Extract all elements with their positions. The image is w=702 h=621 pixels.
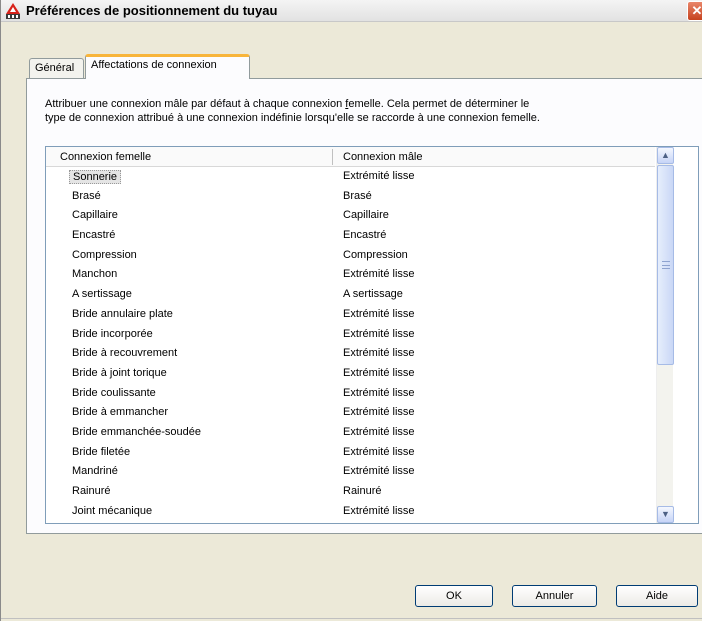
female-connection-cell: Brasé (72, 189, 101, 202)
female-connection-cell: A sertissage (72, 288, 132, 301)
title-bar[interactable]: Préférences de positionnement du tuyau ✕ (1, 0, 702, 22)
female-connection-cell: Bride incorporée (72, 327, 153, 340)
tab-panel: Attribuer une connexion mâle par défaut … (26, 78, 702, 534)
table-row[interactable]: Manchon Extrémité lisse (46, 265, 655, 285)
female-connection-cell: Bride annulaire plate (72, 307, 173, 320)
table-row[interactable]: Bride emmanchée-soudée Extrémité lisse (46, 423, 655, 443)
table-row[interactable]: Bride filetée Extrémité lisse (46, 443, 655, 463)
chevron-up-icon: ▲ (661, 150, 670, 160)
table-row[interactable]: Brasé Brasé (46, 187, 655, 207)
table-row[interactable]: Compression Compression (46, 246, 655, 266)
table-row[interactable]: Encastré Encastré (46, 226, 655, 246)
ok-button[interactable]: OK (415, 585, 493, 607)
female-connection-cell: Bride coulissante (72, 386, 156, 399)
table-row[interactable]: Bride annulaire plate Extrémité lisse (46, 305, 655, 325)
chevron-down-icon: ▼ (661, 509, 670, 519)
list-rows: Sonnerie Extrémité lisse Brasé Brasé Capilla… (46, 167, 655, 521)
close-button[interactable]: ✕ (687, 1, 702, 21)
male-connection-cell[interactable]: Extrémité lisse (343, 465, 415, 477)
female-connection-cell: Bride à joint torique (72, 366, 167, 379)
scroll-down-button[interactable]: ▼ (657, 506, 674, 523)
male-connection-cell[interactable]: Extrémité lisse (343, 328, 415, 340)
description-line2: type de connexion attribué à une connexi… (45, 112, 540, 124)
tab-connection-assignments[interactable]: Affectations de connexion (85, 54, 250, 79)
description-text: Attribuer une connexion mâle par défaut … (45, 97, 645, 125)
table-row[interactable]: Sonnerie Extrémité lisse (46, 167, 655, 187)
male-connection-cell[interactable]: Extrémité lisse (343, 505, 415, 517)
female-connection-cell: Bride filetée (72, 445, 131, 458)
male-connection-cell[interactable]: Extrémité lisse (343, 406, 415, 418)
male-connection-cell[interactable]: Extrémité lisse (343, 426, 415, 438)
male-connection-cell[interactable]: A sertissage (343, 288, 403, 300)
help-button[interactable]: Aide (616, 585, 698, 607)
female-connection-cell: Sonnerie (69, 170, 122, 184)
dialog-window: Préférences de positionnement du tuyau ✕… (0, 0, 702, 621)
female-connection-cell: Compression (72, 248, 137, 261)
table-row[interactable]: Joint mécanique Extrémité lisse (46, 502, 655, 522)
male-connection-cell[interactable]: Extrémité lisse (343, 367, 415, 379)
table-row[interactable]: Bride incorporée Extrémité lisse (46, 325, 655, 345)
list-header: Connexion femelle Connexion mâle (46, 147, 655, 167)
close-icon: ✕ (691, 3, 702, 18)
female-connection-cell: Manchon (72, 268, 118, 281)
column-header-female[interactable]: Connexion femelle (60, 151, 151, 163)
male-connection-cell[interactable]: Extrémité lisse (343, 446, 415, 458)
female-connection-cell: Joint mécanique (72, 504, 153, 517)
mep-app-icon (6, 3, 20, 19)
male-connection-cell[interactable]: Brasé (343, 190, 372, 202)
table-row[interactable]: Bride coulissante Extrémité lisse (46, 384, 655, 404)
male-connection-cell[interactable]: Rainuré (343, 485, 382, 497)
scroll-up-button[interactable]: ▲ (657, 147, 674, 164)
female-connection-cell: Bride à recouvrement (72, 347, 178, 360)
male-connection-cell[interactable]: Extrémité lisse (343, 347, 415, 359)
window-title: Préférences de positionnement du tuyau (26, 3, 278, 18)
table-row[interactable]: Bride à recouvrement Extrémité lisse (46, 344, 655, 364)
description-line1-b: emelle. Cela permet de déterminer le (348, 98, 530, 110)
table-row[interactable]: Capillaire Capillaire (46, 206, 655, 226)
female-connection-cell: Mandriné (72, 465, 118, 478)
male-connection-cell[interactable]: Extrémité lisse (343, 308, 415, 320)
female-connection-cell: Rainuré (72, 485, 111, 497)
tab-connection-assignments-label: Affectations de connexion (91, 59, 217, 71)
male-connection-cell[interactable]: Extrémité lisse (343, 387, 415, 399)
female-connection-cell: Capillaire (72, 209, 118, 222)
scroll-thumb[interactable] (657, 165, 674, 365)
male-connection-cell[interactable]: Extrémité lisse (343, 268, 415, 280)
connection-list[interactable]: Connexion femelle Connexion mâle Sonneri… (45, 146, 699, 524)
description-line1-a: Attribuer une connexion mâle par défaut … (45, 98, 346, 110)
grip-icon (662, 261, 670, 269)
window-bottom-edge (1, 618, 702, 619)
male-connection-cell[interactable]: Encastré (343, 229, 386, 241)
table-row[interactable]: Mandriné Extrémité lisse (46, 462, 655, 482)
column-separator[interactable] (332, 149, 333, 165)
vertical-scrollbar[interactable]: ▲ ▼ (656, 147, 674, 523)
tab-general[interactable]: Général (29, 58, 84, 78)
table-row[interactable]: A sertissage A sertissage (46, 285, 655, 305)
male-connection-cell[interactable]: Compression (343, 249, 408, 261)
table-row[interactable]: Rainuré Rainuré (46, 482, 655, 502)
cancel-button[interactable]: Annuler (512, 585, 597, 607)
male-connection-cell[interactable]: Extrémité lisse (343, 170, 415, 182)
column-header-male[interactable]: Connexion mâle (343, 151, 423, 163)
female-connection-cell: Bride emmanchée-soudée (72, 425, 202, 438)
table-row[interactable]: Bride à emmancher Extrémité lisse (46, 403, 655, 423)
female-connection-cell: Encastré (72, 229, 116, 242)
male-connection-cell[interactable]: Capillaire (343, 209, 389, 221)
table-row[interactable]: Bride à joint torique Extrémité lisse (46, 364, 655, 384)
tab-general-label: Général (35, 62, 75, 74)
female-connection-cell: Bride à emmancher (72, 406, 168, 419)
